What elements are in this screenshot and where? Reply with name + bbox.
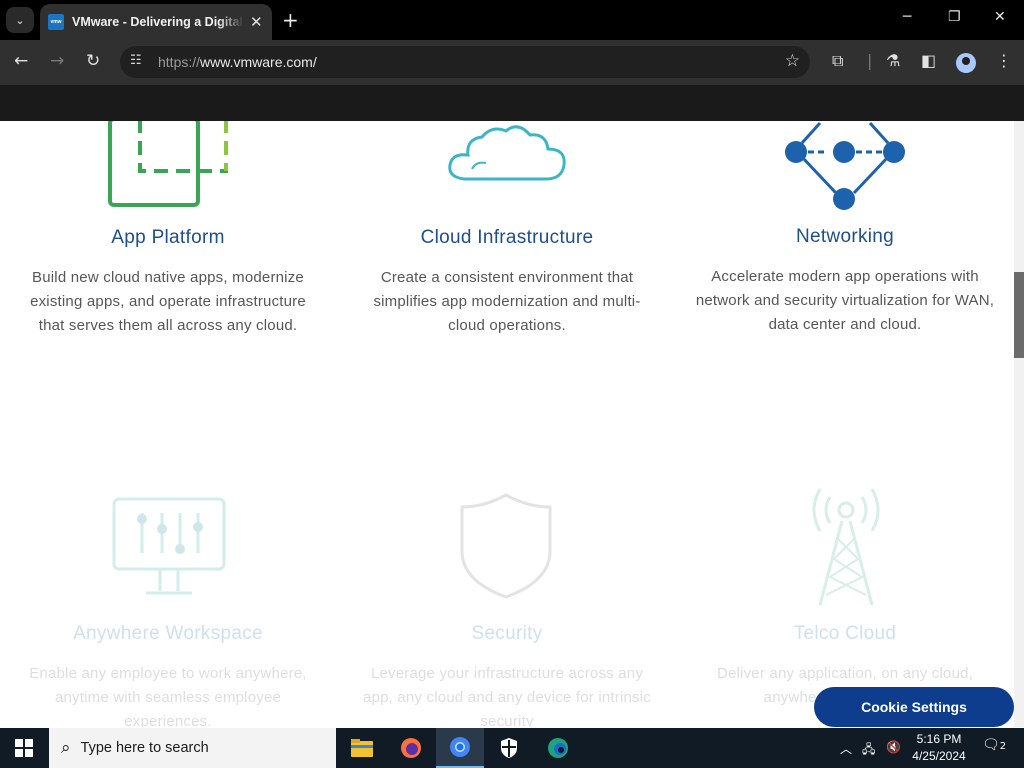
card-title[interactable]: Telco Cloud xyxy=(695,623,995,645)
cookie-settings-button[interactable]: Cookie Settings xyxy=(814,687,1014,727)
site-header-bar xyxy=(0,85,1024,121)
chrome-icon[interactable] xyxy=(436,728,484,768)
extensions-icon[interactable]: ⧉ xyxy=(832,51,843,71)
card-title[interactable]: Security xyxy=(357,623,657,645)
labs-flask-icon[interactable]: ⚗ xyxy=(886,51,900,70)
card-security[interactable]: Security Leverage your infrastructure ac… xyxy=(357,623,657,727)
menu-kebab-icon[interactable]: ⋮ xyxy=(996,51,1012,70)
card-title[interactable]: Networking xyxy=(695,226,995,248)
card-title[interactable]: Anywhere Workspace xyxy=(18,623,318,645)
tab-title: VMware - Delivering a Digital Foundation xyxy=(72,15,244,29)
show-hidden-icons-icon[interactable]: ︿ xyxy=(840,740,852,757)
cloud-icon xyxy=(448,125,566,181)
page-content: App Platform Build new cloud native apps… xyxy=(0,121,1024,727)
new-tab-button[interactable]: + xyxy=(282,8,299,32)
browser-tab-bar: ⌄ vmw VMware - Delivering a Digital Foun… xyxy=(0,0,1024,40)
minimize-icon[interactable]: ─ xyxy=(903,9,911,25)
close-window-icon[interactable]: ✕ xyxy=(994,9,1006,25)
profile-avatar-icon[interactable] xyxy=(956,53,976,73)
windows-taskbar: ⌕ Type here to search ︿ 🖧 🔇 5:16 PM 4/25… xyxy=(0,728,1024,768)
vmware-favicon-icon: vmw xyxy=(48,14,64,30)
side-panel-icon[interactable]: ◧ xyxy=(921,51,936,70)
card-app-platform[interactable]: App Platform Build new cloud native apps… xyxy=(18,227,318,338)
bookmark-star-icon[interactable]: ☆ xyxy=(785,51,800,71)
volume-muted-icon[interactable]: 🔇 xyxy=(886,740,901,754)
search-icon: ⌕ xyxy=(61,738,71,758)
card-description: Build new cloud native apps, modernize e… xyxy=(30,269,306,334)
start-button[interactable] xyxy=(0,728,48,768)
clock-date: 4/25/2024 xyxy=(912,749,966,763)
divider: | xyxy=(867,51,873,70)
scrollbar-thumb[interactable] xyxy=(1014,272,1024,358)
monitor-sliders-icon xyxy=(112,497,226,595)
shield-icon xyxy=(460,493,552,599)
search-placeholder: Type here to search xyxy=(80,740,209,756)
card-description: Enable any employee to work anywhere, an… xyxy=(29,665,307,727)
security-app-icon[interactable] xyxy=(485,728,533,768)
close-tab-icon[interactable]: ✕ xyxy=(250,13,263,31)
taskbar-search[interactable]: ⌕ Type here to search xyxy=(49,728,336,768)
antenna-tower-icon xyxy=(812,488,880,606)
firefox-icon[interactable] xyxy=(387,728,435,768)
card-networking[interactable]: Networking Accelerate modern app operati… xyxy=(695,226,995,337)
url-text[interactable]: https://www.vmware.com/ xyxy=(158,54,317,70)
notifications-icon[interactable]: 🗨2 xyxy=(982,737,1006,753)
address-bar[interactable]: ☷ https://www.vmware.com/ ☆ xyxy=(120,46,810,78)
tab-vmware[interactable]: vmw VMware - Delivering a Digital Founda… xyxy=(40,4,272,40)
restore-icon[interactable]: ❐ xyxy=(948,9,961,25)
clock-time: 5:16 PM xyxy=(916,732,962,746)
card-description: Accelerate modern app operations with ne… xyxy=(695,268,995,333)
site-info-icon[interactable]: ☷ xyxy=(130,53,142,68)
page-scrollbar[interactable] xyxy=(1014,121,1024,727)
file-explorer-icon[interactable] xyxy=(338,728,386,768)
card-cloud-infrastructure[interactable]: Cloud Infrastructure Create a consistent… xyxy=(357,227,657,338)
networking-icon xyxy=(785,121,905,210)
card-description: Leverage your infrastructure across any … xyxy=(363,665,651,727)
edge-icon[interactable] xyxy=(534,728,582,768)
card-title[interactable]: Cloud Infrastructure xyxy=(357,227,657,249)
network-icon[interactable]: 🖧 xyxy=(862,740,875,761)
forward-icon[interactable]: → xyxy=(50,51,64,71)
card-title[interactable]: App Platform xyxy=(18,227,318,249)
browser-toolbar: ← → ↻ ☷ https://www.vmware.com/ ☆ ⧉ | ⚗ … xyxy=(0,40,1024,85)
notification-count: 2 xyxy=(999,741,1007,752)
card-description: Create a consistent environment that sim… xyxy=(373,269,641,334)
system-clock[interactable]: 5:16 PM 4/25/2024 xyxy=(906,731,972,765)
card-anywhere-workspace[interactable]: Anywhere Workspace Enable any employee t… xyxy=(18,623,318,727)
back-icon[interactable]: ← xyxy=(14,51,28,71)
app-platform-icon xyxy=(108,121,228,207)
windows-logo-icon xyxy=(15,739,33,757)
tab-search-button[interactable]: ⌄ xyxy=(6,7,34,33)
reload-icon[interactable]: ↻ xyxy=(86,51,100,71)
